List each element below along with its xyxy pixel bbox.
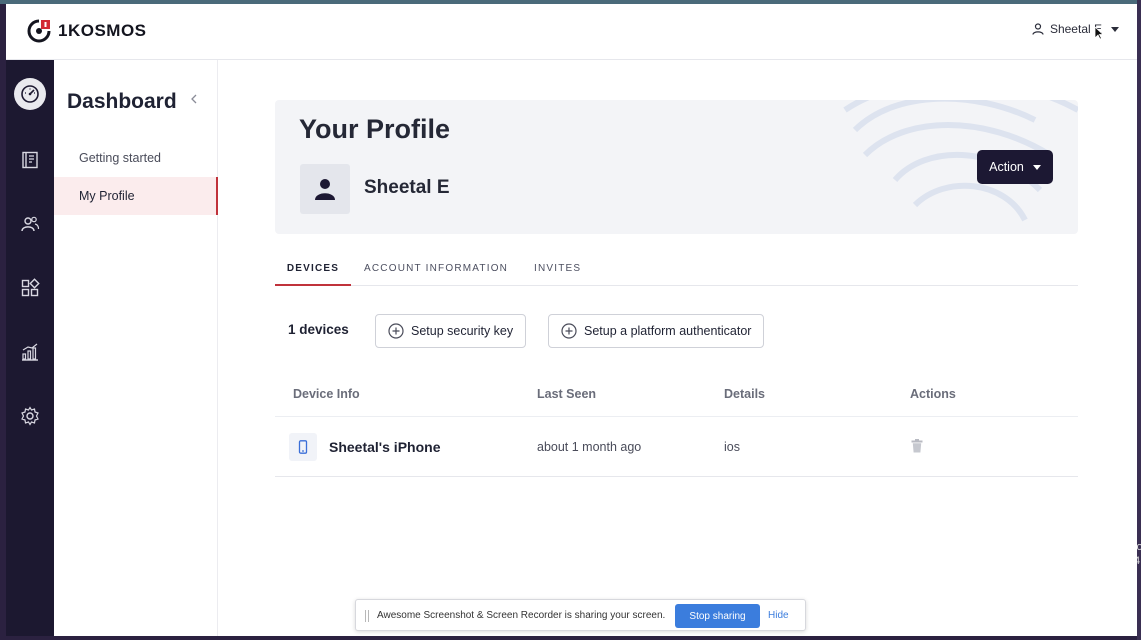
app-window: 1KOSMOS Sheetal E Dashboard Getting star… [6, 4, 1137, 636]
chevron-down-icon [1111, 26, 1119, 32]
rail-users[interactable] [14, 208, 46, 240]
chevron-down-icon [1032, 164, 1041, 170]
stop-sharing-button[interactable]: Stop sharing [675, 604, 760, 628]
rail-analytics[interactable] [14, 336, 46, 368]
smartphone-icon [298, 440, 308, 454]
rail-directory[interactable] [14, 144, 46, 176]
column-header-last-seen: Last Seen [537, 387, 597, 401]
device-details: ios [724, 440, 740, 454]
action-button[interactable]: Action [977, 150, 1053, 184]
drag-handle-icon[interactable] [364, 610, 370, 622]
hide-link[interactable]: Hide [768, 610, 789, 621]
notebook-icon [22, 151, 38, 169]
user-menu[interactable]: Sheetal E [1032, 22, 1119, 36]
action-button-label: Action [989, 160, 1024, 174]
setup-security-key-button[interactable]: Setup security key [375, 314, 527, 348]
share-message: Awesome Screenshot & Screen Recorder is … [377, 610, 666, 621]
avatar [300, 164, 350, 214]
column-header-details: Details [724, 387, 765, 401]
sidebar-title: Dashboard [67, 90, 177, 113]
device-type-badge [289, 433, 317, 461]
tab-account-information[interactable]: ACCOUNT INFORMATION [364, 258, 508, 286]
profile-name: Sheetal E [364, 177, 450, 198]
device-last-seen: about 1 month ago [537, 440, 642, 454]
chevron-left-icon[interactable] [190, 94, 198, 104]
rail-apps[interactable] [14, 272, 46, 304]
icon-rail [6, 60, 54, 636]
setup-platform-authenticator-button[interactable]: Setup a platform authenticator [548, 314, 765, 348]
column-header-device-info: Device Info [293, 387, 360, 401]
device-count: 1 devices [288, 322, 349, 337]
main-content: Your Profile Sheetal E Action DEVICES AC… [218, 60, 1137, 636]
sidebar-item-my-profile[interactable]: My Profile [54, 177, 218, 215]
profile-card: Your Profile Sheetal E Action [275, 100, 1078, 234]
column-header-actions: Actions [910, 387, 956, 401]
screen-share-bar: Awesome Screenshot & Screen Recorder is … [355, 599, 806, 631]
user-icon [1032, 23, 1044, 35]
top-header: 1KOSMOS Sheetal E [6, 4, 1137, 60]
profile-tabs: DEVICES ACCOUNT INFORMATION INVITES [275, 258, 1078, 286]
plus-circle-icon [561, 323, 577, 339]
rail-settings[interactable] [14, 400, 46, 432]
device-name: Sheetal's iPhone [329, 439, 441, 455]
mouse-cursor-icon [1094, 26, 1104, 40]
plus-circle-icon [388, 323, 404, 339]
tab-invites[interactable]: INVITES [534, 258, 581, 286]
analytics-chart-icon [22, 343, 38, 361]
page-title: Your Profile [299, 114, 451, 144]
setup-platform-authenticator-label: Setup a platform authenticator [584, 324, 752, 338]
sidebar-item-getting-started[interactable]: Getting started [54, 139, 218, 177]
brand-name: 1KOSMOS [58, 21, 147, 40]
dashboard-gauge-icon [21, 85, 39, 103]
trash-icon[interactable] [911, 439, 923, 453]
users-icon [21, 216, 40, 232]
apps-grid-icon [21, 278, 40, 297]
user-silhouette-icon [315, 179, 335, 200]
sidebar: Dashboard Getting started My Profile [54, 60, 218, 636]
settings-gear-icon [21, 406, 39, 426]
kosmos-logo-icon [27, 19, 51, 43]
setup-security-key-label: Setup security key [411, 324, 514, 338]
tab-devices[interactable]: DEVICES [275, 258, 351, 286]
brand-logo[interactable]: 1KOSMOS [26, 17, 147, 45]
rail-dashboard[interactable] [14, 78, 46, 110]
table-row: Sheetal's iPhone about 1 month ago ios [275, 417, 1078, 477]
